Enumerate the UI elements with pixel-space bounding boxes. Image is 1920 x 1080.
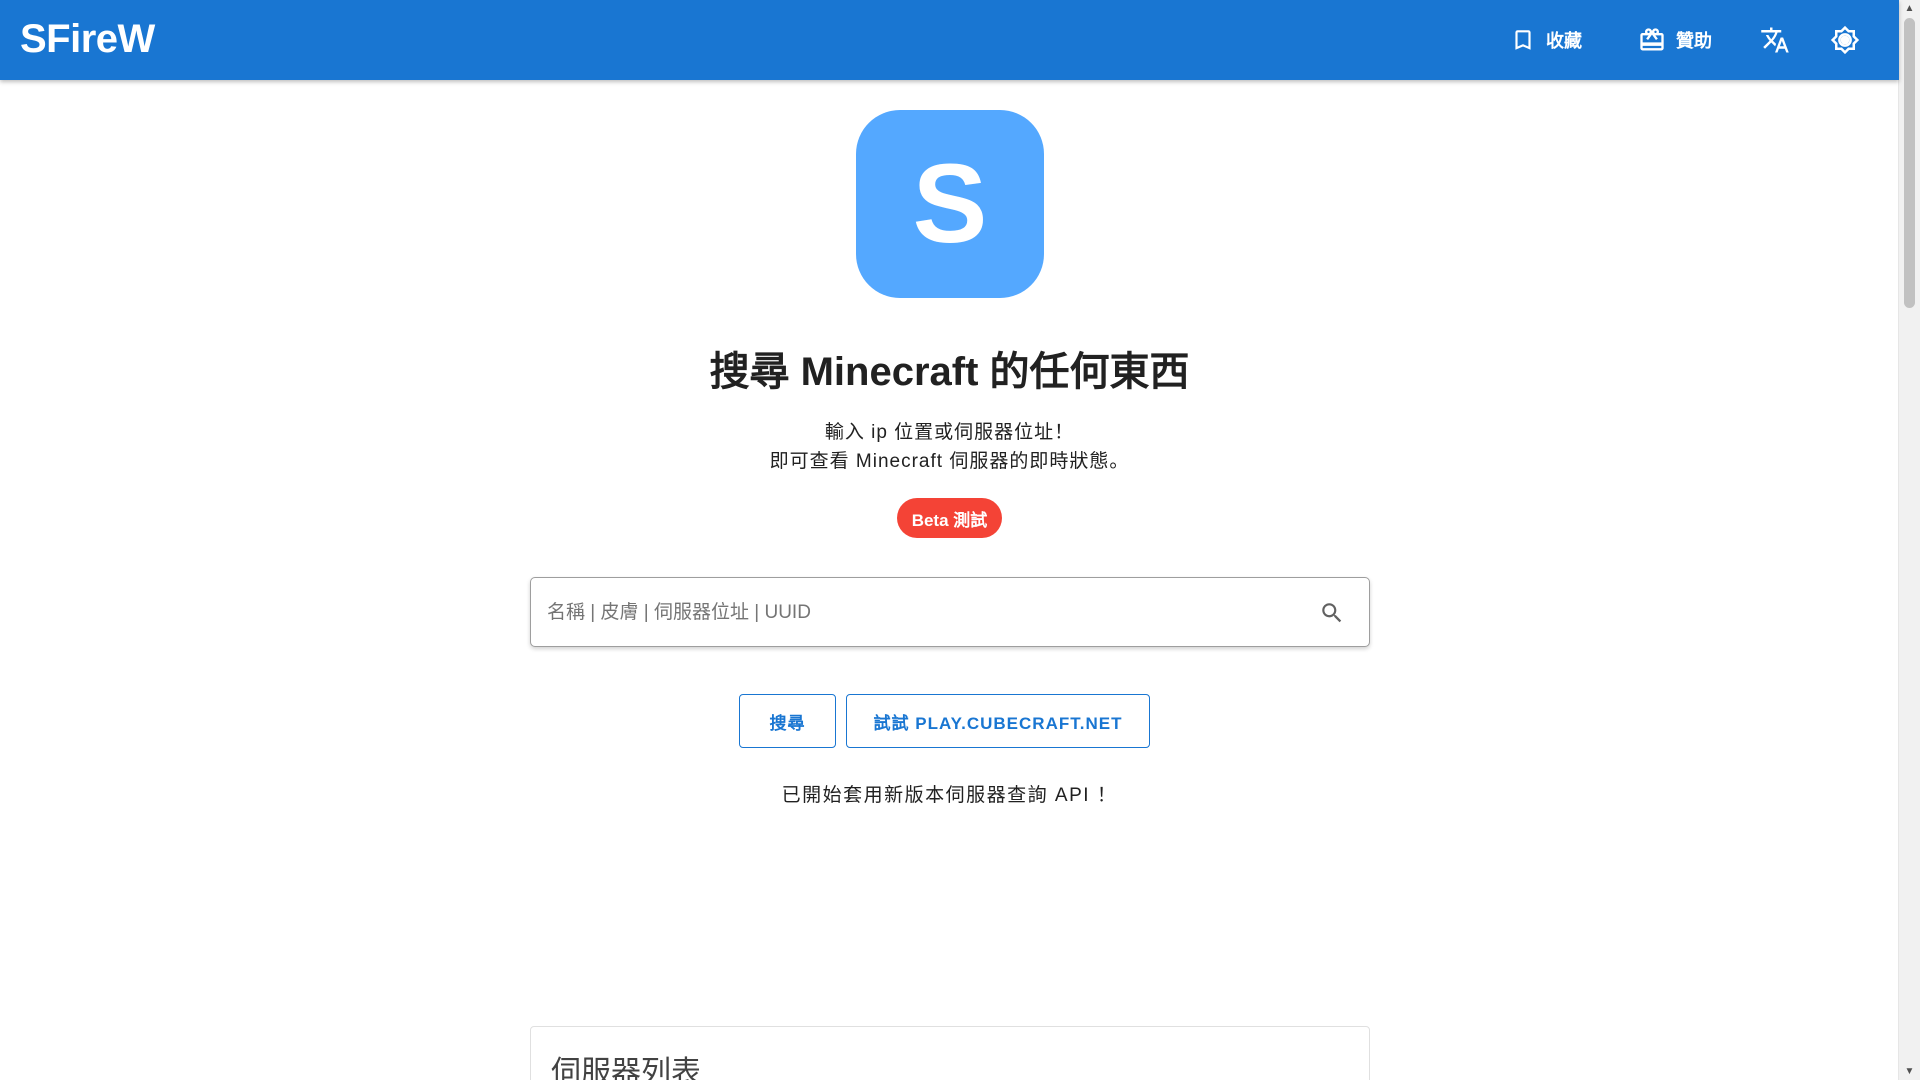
app-bar: SFireW 收藏 贊助	[0, 0, 1899, 80]
translate-icon	[1760, 25, 1790, 55]
scroll-up-arrow-icon[interactable]: ▲	[1899, 0, 1920, 17]
api-notice: 已開始套用新版本伺服器查詢 API ！	[781, 785, 1118, 806]
scroll-down-arrow-icon[interactable]: ▼	[1899, 1063, 1920, 1080]
site-logo-tile: S	[856, 110, 1044, 298]
bookmark-icon	[1510, 26, 1536, 54]
beta-badge: Beta 測試	[897, 498, 1002, 538]
try-example-button[interactable]: 試試 PLAY.CUBECRAFT.NET	[846, 694, 1150, 748]
page: SFireW 收藏 贊助 S 搜尋 Minecraft 的任何東西 輸入 ip …	[0, 0, 1920, 1080]
sponsor-button[interactable]: 贊助	[1638, 20, 1712, 60]
description-line-2: 即可查看 Minecraft 伺服器的即時狀態。	[769, 451, 1130, 472]
favorites-button[interactable]: 收藏	[1510, 20, 1582, 60]
sponsor-label: 贊助	[1676, 31, 1712, 51]
brightness-icon	[1830, 25, 1860, 55]
brand-logo[interactable]: SFireW	[20, 16, 155, 62]
gift-icon	[1638, 26, 1666, 54]
server-list-card: 伺服器列表	[530, 1026, 1370, 1080]
search-input[interactable]	[545, 578, 1289, 648]
search-icon[interactable]	[1319, 600, 1345, 626]
description-line-1: 輸入 ip 位置或伺服器位址！	[824, 422, 1075, 443]
page-title: 搜尋 Minecraft 的任何東西	[709, 350, 1190, 394]
search-field	[530, 577, 1370, 648]
favorites-label: 收藏	[1546, 31, 1582, 51]
vertical-scrollbar[interactable]: ▲ ▼	[1898, 0, 1920, 1080]
theme-toggle-button[interactable]	[1830, 20, 1860, 60]
search-button[interactable]: 搜尋	[739, 694, 836, 748]
server-list-title: 伺服器列表	[551, 1056, 701, 1080]
scrollbar-thumb[interactable]	[1904, 18, 1915, 308]
language-button[interactable]	[1760, 20, 1790, 60]
